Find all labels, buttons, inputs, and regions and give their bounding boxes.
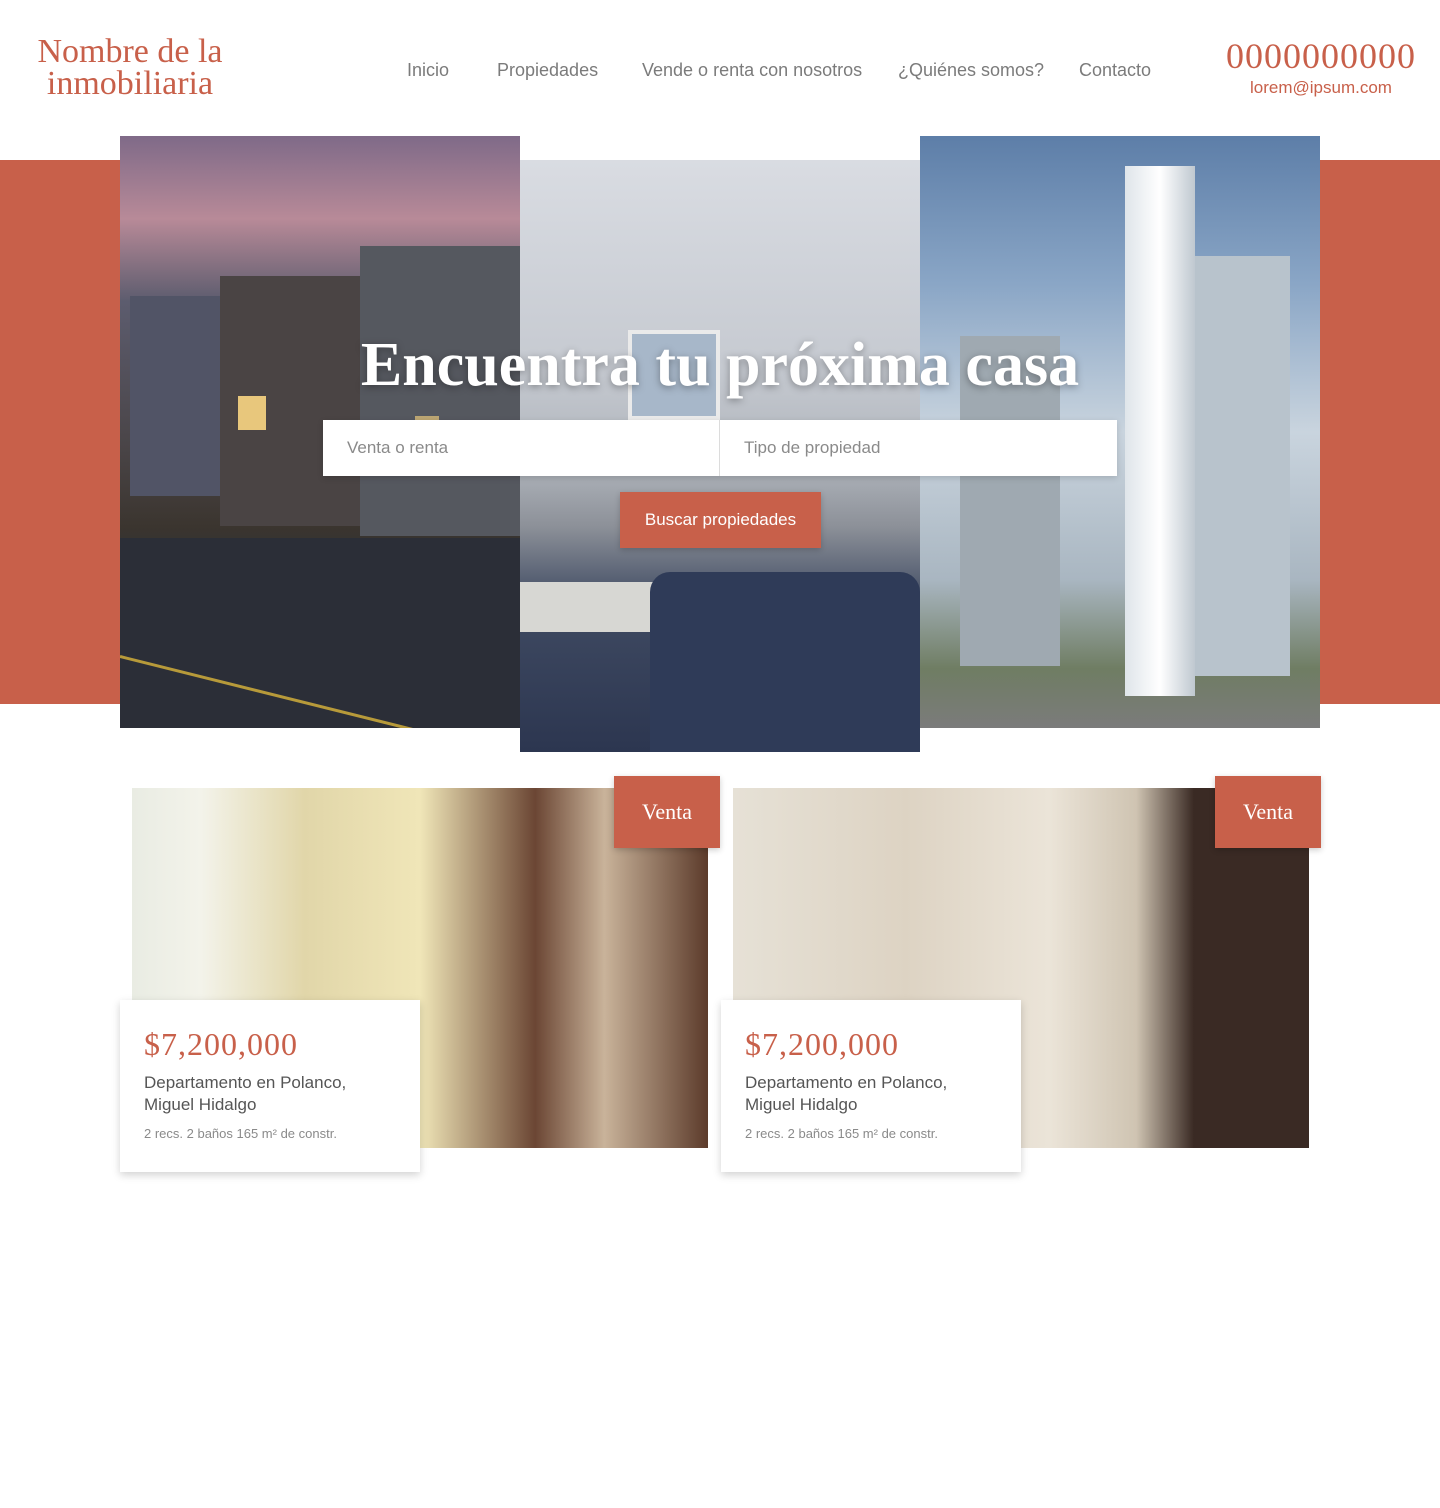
search-bar [323,420,1117,476]
listing-specs: 2 recs. 2 baños 165 m² de constr. [745,1126,938,1141]
nav-item-contacto[interactable]: Contacto [1079,60,1151,81]
nav-item-vende-renta[interactable]: Vende o renta con nosotros [642,60,862,81]
nav-item-inicio[interactable]: Inicio [407,60,449,81]
listing-description: Departamento en Polanco, Miguel Hidalgo [745,1073,948,1114]
brand-logo[interactable]: Nombre de la inmobiliaria [20,35,240,101]
listing-card[interactable]: $7,200,000 Departamento en Polanco, Migu… [721,1000,1021,1172]
listing-card[interactable]: $7,200,000 Departamento en Polanco, Migu… [120,1000,420,1172]
listing-price: $7,200,000 [144,1026,298,1062]
search-properties-button[interactable]: Buscar propiedades [620,492,821,548]
phone-number[interactable]: 0000000000 [1226,36,1416,76]
nav-item-propiedades[interactable]: Propiedades [497,60,598,81]
nav-item-quienes-somos[interactable]: ¿Quiénes somos? [898,60,1044,81]
listing-price: $7,200,000 [745,1026,899,1062]
email-link[interactable]: lorem@ipsum.com [1226,78,1416,98]
sale-or-rent-field[interactable] [323,420,720,476]
listing-description: Departamento en Polanco, Miguel Hidalgo [144,1073,347,1114]
listing-badge: Venta [1215,776,1321,848]
hero-title: Encuentra tu próxima casa [360,331,1080,399]
listing-badge: Venta [614,776,720,848]
listing-specs: 2 recs. 2 baños 165 m² de constr. [144,1126,337,1141]
contact-block: 0000000000 lorem@ipsum.com [1226,36,1416,98]
property-type-field[interactable] [720,420,1117,476]
